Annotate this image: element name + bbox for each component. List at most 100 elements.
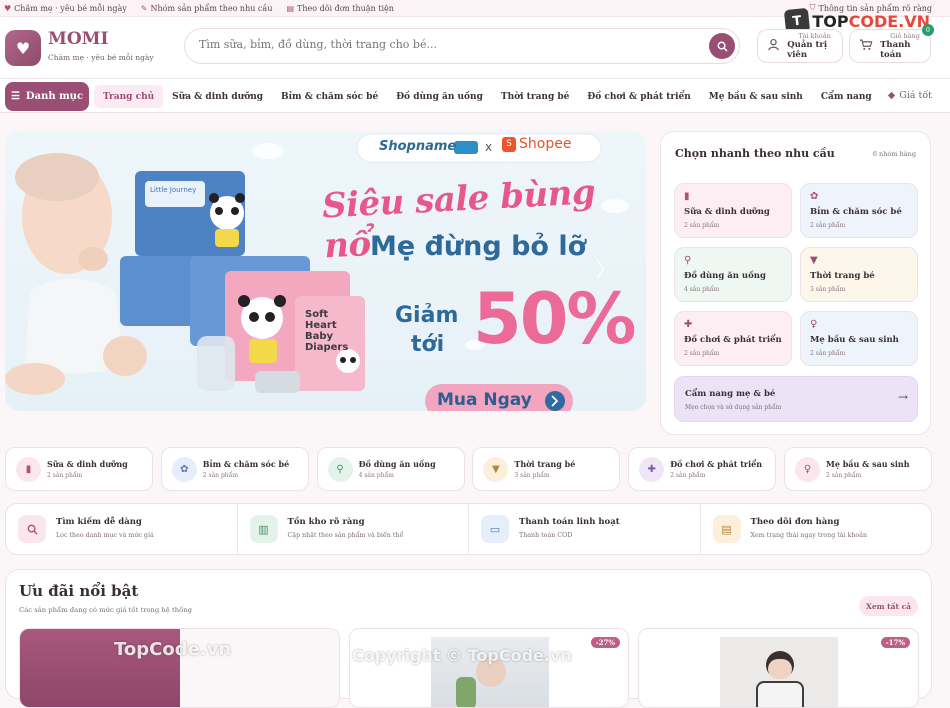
category-title: Thời trang bé <box>514 459 576 469</box>
feature-strip: Tìm kiếm dễ dàng Lọc theo danh mục và mứ… <box>5 503 932 555</box>
discount-badge: -27% <box>590 637 620 648</box>
category-count: 2 sản phẩm <box>47 472 83 479</box>
quick-card-feeding[interactable]: ⚲ Đồ dùng ăn uống 4 sản phẩm <box>674 247 792 302</box>
card-icon: ▭ <box>481 515 509 543</box>
topcode-watermark-text: TOPCODE.VN <box>812 11 930 31</box>
category-row: ▮ Sữa & dinh dưỡng 2 sản phẩm ✿ Bỉm & ch… <box>5 447 932 491</box>
search-icon <box>18 515 46 543</box>
search-input[interactable] <box>199 38 699 51</box>
deals-subtitle: Các sản phẩm đang có mức giá tốt trong h… <box>19 606 192 614</box>
feature-title: Theo dõi đơn hàng <box>750 517 840 527</box>
feature-title: Tồn kho rõ ràng <box>287 517 365 527</box>
puzzle-icon: ✚ <box>684 319 693 330</box>
category-card-milk[interactable]: ▮ Sữa & dinh dưỡng 2 sản phẩm <box>5 447 153 491</box>
category-menu-button[interactable]: ☰ Danh mục <box>5 82 89 111</box>
spoon-icon: ⚲ <box>684 255 692 266</box>
site-header: T TOPCODE.VN ♥ MOMI Chăm mẹ · yêu bé mỗi… <box>0 7 950 79</box>
nav-item-diaper[interactable]: Bỉm & chăm sóc bé <box>272 85 387 108</box>
category-title: Sữa & dinh dưỡng <box>47 459 128 469</box>
featured-deals-section: Ưu đãi nổi bật Các sản phẩm đang có mức … <box>5 569 932 708</box>
mother-icon: ♀ <box>794 457 820 482</box>
category-card-diaper[interactable]: ✿ Bỉm & chăm sóc bé 2 sản phẩm <box>160 447 309 491</box>
cart-button[interactable]: Giỏ hàng Thanh toán 0 <box>849 24 934 63</box>
category-card-fashion[interactable]: ▼ Thời trang bé 3 sản phẩm <box>472 447 621 491</box>
quick-pick-title: Chọn nhanh theo nhu cầu <box>675 147 835 160</box>
baby-icon: ✿ <box>810 191 819 202</box>
nav-item-feeding[interactable]: Đồ dùng ăn uống <box>387 85 492 108</box>
quick-pick-count: 6 nhóm hàng <box>872 150 916 158</box>
quick-card-diaper[interactable]: ✿ Bỉm & chăm sóc bé 2 sản phẩm <box>800 183 918 238</box>
banner-subheadline: Mẹ đừng bỏ lỡ <box>370 231 587 262</box>
cart-icon <box>856 38 876 54</box>
quick-pick-panel: Chọn nhanh theo nhu cầu 6 nhóm hàng ▮ Sữ… <box>660 131 931 435</box>
category-card-feeding[interactable]: ⚲ Đồ dùng ăn uống 4 sản phẩm <box>316 447 465 491</box>
category-count: 2 sản phẩm <box>670 472 706 479</box>
deal-card[interactable]: -27% <box>349 628 629 708</box>
feature-payment: ▭ Thanh toán linh hoạt Thanh toán COD <box>469 504 701 554</box>
bottle-icon: ▮ <box>684 191 690 202</box>
baby-icon: ✿ <box>171 457 197 482</box>
quick-card-count: 2 sản phẩm <box>810 350 846 357</box>
nav-item-toys[interactable]: Đồ chơi & phát triển <box>578 85 699 108</box>
brand-name[interactable]: MOMI <box>48 29 108 49</box>
account-label: Tài khoản <box>798 32 831 40</box>
category-count: 2 sản phẩm <box>202 472 239 479</box>
product-brand: Little Journey <box>150 186 197 194</box>
discount-badge: -17% <box>880 637 910 648</box>
search-button[interactable] <box>709 33 735 59</box>
quick-card-mother[interactable]: ♀ Mẹ bầu & sau sinh 2 sản phẩm <box>800 311 918 366</box>
topcode-watermark-overlay: TopCode.vn <box>114 639 232 660</box>
feature-title: Thanh toán linh hoạt <box>519 517 620 527</box>
quick-card-count: 4 sản phẩm <box>684 286 720 293</box>
receipt-icon: ▤ <box>286 3 295 13</box>
category-count: 2 sản phẩm <box>825 472 862 479</box>
banner-giam: Giảm <box>395 303 459 328</box>
banner-percent: 50% <box>473 278 637 360</box>
menu-icon: ☰ <box>10 91 20 102</box>
nav-item-milk[interactable]: Sữa & dinh dưỡng <box>163 85 272 108</box>
tag-icon: ✎ <box>140 3 148 13</box>
cart-action: Thanh toán <box>880 40 911 60</box>
nav-items: Trang chủ Sữa & dinh dưỡng Bỉm & chăm só… <box>94 85 881 108</box>
see-all-button[interactable]: Xem tất cả <box>859 596 918 616</box>
account-name: Quản trị viên <box>787 40 828 60</box>
feature-sub: Xem trạng thái ngay trong tài khoản <box>750 532 868 539</box>
feature-sub: Thanh toán COD <box>519 532 573 539</box>
main-nav: ☰ Danh mục Trang chủ Sữa & dinh dưỡng Bỉm… <box>0 79 950 113</box>
stock-icon: ▥ <box>249 515 278 543</box>
receipt-icon: ▤ <box>712 515 741 543</box>
promo-banner[interactable]: Shopname x S Shopee Siêu sale bùng nổ Mẹ … <box>5 131 646 411</box>
category-title: Bỉm & chăm sóc bé <box>202 459 290 469</box>
quick-card-count: 2 sản phẩm <box>684 222 720 229</box>
guide-card-sub: Mẹo chọn và sử dụng sản phẩm <box>685 404 782 411</box>
best-price-link[interactable]: ◆ Giá tốt <box>888 90 932 101</box>
quick-card-fashion[interactable]: ▼ Thời trang bé 3 sản phẩm <box>800 247 918 302</box>
topbar-item: ▤ Theo dõi đơn thuận tiện <box>286 3 394 13</box>
guide-card[interactable]: Cẩm nang mẹ & bé Mẹo chọn và sử dụng sản… <box>674 376 918 422</box>
deal-card[interactable]: -17% <box>638 628 919 708</box>
topbar-item: ♥ Chăm mẹ · yêu bé mỗi ngày <box>4 3 127 13</box>
account-button[interactable]: Tài khoản Quản trị viên <box>757 29 843 63</box>
quick-card-milk[interactable]: ▮ Sữa & dinh dưỡng 2 sản phẩm <box>674 183 792 238</box>
logo-icon[interactable]: ♥ <box>5 30 41 66</box>
cart-count-badge: 0 <box>922 24 934 36</box>
user-icon <box>764 38 783 54</box>
tag-icon: ◆ <box>887 90 896 101</box>
nav-item-guide[interactable]: Cẩm nang <box>812 85 881 108</box>
feature-stock: ▥ Tồn kho rõ ràng Cập nhật theo sản phẩm… <box>238 504 469 554</box>
category-card-toys[interactable]: ✚ Đồ chơi & phát triển 2 sản phẩm <box>628 447 777 491</box>
search-bar <box>184 28 740 64</box>
category-title: Mẹ bầu & sau sinh <box>825 459 910 469</box>
nav-item-home[interactable]: Trang chủ <box>94 85 164 108</box>
topbar-item: ✎ Nhóm sản phẩm theo nhu cầu <box>140 3 273 13</box>
banner-cta[interactable]: Mua Ngay <box>437 390 532 410</box>
quick-card-title: Bỉm & chăm sóc bé <box>810 207 902 217</box>
feature-tracking: ▤ Theo dõi đơn hàng Xem trạng thái ngay … <box>701 504 932 554</box>
nav-item-fashion[interactable]: Thời trang bé <box>492 85 579 108</box>
quick-card-title: Sữa & dinh dưỡng <box>684 207 770 217</box>
nav-item-mother[interactable]: Mẹ bầu & sau sinh <box>700 85 812 108</box>
puzzle-icon: ✚ <box>639 457 665 482</box>
shopname-label: Shopname <box>379 139 457 154</box>
quick-card-toys[interactable]: ✚ Đồ chơi & phát triển 2 sản phẩm <box>674 311 792 366</box>
category-card-mother[interactable]: ♀ Mẹ bầu & sau sinh 2 sản phẩm <box>783 447 932 491</box>
